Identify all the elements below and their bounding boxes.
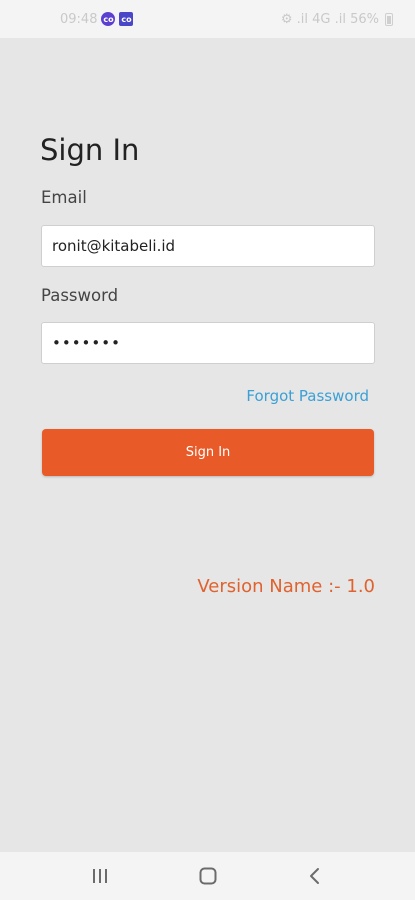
forgot-password-link[interactable]: Forgot Password <box>246 387 369 405</box>
status-time: 09:48 <box>60 11 98 27</box>
notification-badge-icon: co <box>101 12 116 26</box>
version-label: Version Name :- 1.0 <box>197 576 375 597</box>
page-title: Sign In <box>40 133 140 167</box>
status-right: ⚙ .il 4G .il 56% <box>281 12 393 27</box>
status-indicators: ⚙ .il 4G .il 56% <box>280 11 379 27</box>
password-label: Password <box>41 286 119 305</box>
email-field[interactable]: ronit@kitabeli.id <box>41 225 375 267</box>
email-label: Email <box>41 188 87 207</box>
back-icon[interactable] <box>303 864 327 888</box>
sign-in-button[interactable]: Sign In <box>42 429 374 476</box>
battery-icon <box>385 12 393 26</box>
notification-badge-icon: co <box>119 12 134 26</box>
recents-icon[interactable] <box>88 864 112 888</box>
status-left: 09:48 co co <box>60 11 134 27</box>
sign-in-screen: 09:48 co co ⚙ .il 4G .il 56% Sign In Ema… <box>0 0 415 900</box>
status-bar: 09:48 co co ⚙ .il 4G .il 56% <box>0 0 415 38</box>
home-icon[interactable] <box>196 864 220 888</box>
navigation-bar <box>0 852 415 900</box>
password-field[interactable]: ••••••• <box>41 322 375 364</box>
